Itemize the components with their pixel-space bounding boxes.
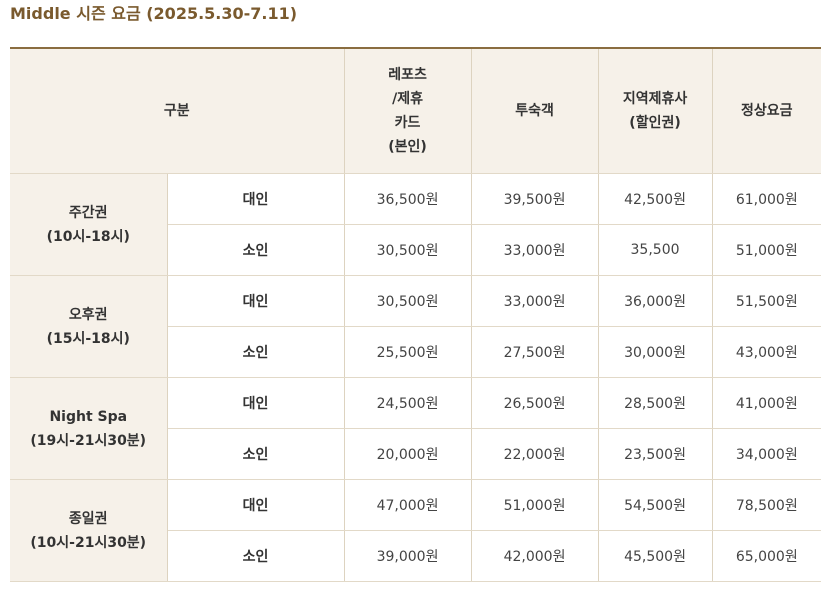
price-cell: 23,500원 xyxy=(598,428,713,480)
ticket-name: 종일권 xyxy=(68,510,108,527)
price-cell: 30,500원 xyxy=(344,224,472,276)
price-cell: 22,000원 xyxy=(471,428,599,480)
header-category: 구분 xyxy=(10,48,345,174)
ticket-group-cell: 종일권 (10시-21시30분) xyxy=(10,479,168,582)
header-line: (본인) xyxy=(388,139,427,155)
header-col-guest: 투숙객 xyxy=(471,48,599,174)
price-cell: 39,000원 xyxy=(344,530,472,582)
price-cell: 65,000원 xyxy=(712,530,822,582)
table-row: 주간권 (10시-18시) 대인 36,500원 39,500원 42,500원… xyxy=(10,173,822,276)
ticket-hours: (15시-18시) xyxy=(46,330,130,347)
price-cell: 28,500원 xyxy=(598,377,713,429)
header-line: 레포츠 xyxy=(388,67,427,83)
table-row: Night Spa (19시-21시30분) 대인 24,500원 26,500… xyxy=(10,377,822,480)
ticket-name: 주간권 xyxy=(68,204,108,221)
ticket-group-cell: 주간권 (10시-18시) xyxy=(10,173,168,276)
visitor-type: 대인 xyxy=(167,275,345,327)
price-table: 구분 레포츠 /제휴 카드 (본인) 투숙객 지역제휴사 (할인권) 정상요금 … xyxy=(10,47,822,582)
price-cell: 51,500원 xyxy=(712,275,822,327)
ticket-hours: (10시-21시30분) xyxy=(30,534,147,551)
price-cell: 30,000원 xyxy=(598,326,713,378)
price-cell: 25,500원 xyxy=(344,326,472,378)
header-line: 지역제휴사 xyxy=(622,91,688,107)
price-cell: 27,500원 xyxy=(471,326,599,378)
price-cell: 41,000원 xyxy=(712,377,822,429)
header-line: 투숙객 xyxy=(515,103,554,119)
table-row: 종일권 (10시-21시30분) 대인 47,000원 51,000원 54,5… xyxy=(10,479,822,582)
page-title: Middle 시즌 요금 (2025.5.30-7.11) xyxy=(10,4,298,23)
price-cell: 26,500원 xyxy=(471,377,599,429)
price-cell: 61,000원 xyxy=(712,173,822,225)
ticket-hours: (19시-21시30분) xyxy=(30,432,147,449)
price-cell: 20,000원 xyxy=(344,428,472,480)
ticket-group-cell: 오후권 (15시-18시) xyxy=(10,275,168,378)
visitor-type: 소인 xyxy=(167,530,345,582)
visitor-type: 대인 xyxy=(167,479,345,531)
header-line: (할인권) xyxy=(629,115,681,131)
price-cell: 34,000원 xyxy=(712,428,822,480)
price-cell: 36,500원 xyxy=(344,173,472,225)
table-header: 구분 레포츠 /제휴 카드 (본인) 투숙객 지역제휴사 (할인권) 정상요금 xyxy=(10,48,822,174)
header-line: /제휴 xyxy=(392,91,423,107)
visitor-type: 대인 xyxy=(167,173,345,225)
visitor-type: 소인 xyxy=(167,326,345,378)
price-cell: 78,500원 xyxy=(712,479,822,531)
price-cell: 24,500원 xyxy=(344,377,472,429)
price-cell: 51,000원 xyxy=(712,224,822,276)
price-cell: 36,000원 xyxy=(598,275,713,327)
price-cell: 45,500원 xyxy=(598,530,713,582)
header-line: 정상요금 xyxy=(741,103,793,119)
visitor-type: 소인 xyxy=(167,428,345,480)
ticket-hours: (10시-18시) xyxy=(46,228,130,245)
visitor-type: 대인 xyxy=(167,377,345,429)
header-line: 카드 xyxy=(394,115,421,131)
price-cell: 33,000원 xyxy=(471,275,599,327)
ticket-group-cell: Night Spa (19시-21시30분) xyxy=(10,377,168,480)
price-cell: 51,000원 xyxy=(471,479,599,531)
table-body: 주간권 (10시-18시) 대인 36,500원 39,500원 42,500원… xyxy=(10,173,822,582)
price-cell: 43,000원 xyxy=(712,326,822,378)
price-cell: 54,500원 xyxy=(598,479,713,531)
price-cell: 39,500원 xyxy=(471,173,599,225)
header-col-regular-price: 정상요금 xyxy=(712,48,822,174)
price-cell: 42,000원 xyxy=(471,530,599,582)
price-cell: 42,500원 xyxy=(598,173,713,225)
header-col-leports-card: 레포츠 /제휴 카드 (본인) xyxy=(344,48,472,174)
ticket-name: 오후권 xyxy=(68,306,108,323)
ticket-name: Night Spa xyxy=(49,408,128,425)
header-col-local-partner: 지역제휴사 (할인권) xyxy=(598,48,713,174)
price-cell: 33,000원 xyxy=(471,224,599,276)
visitor-type: 소인 xyxy=(167,224,345,276)
price-cell: 47,000원 xyxy=(344,479,472,531)
table-row: 오후권 (15시-18시) 대인 30,500원 33,000원 36,000원… xyxy=(10,275,822,378)
price-cell: 30,500원 xyxy=(344,275,472,327)
price-cell: 35,500 xyxy=(598,224,713,276)
